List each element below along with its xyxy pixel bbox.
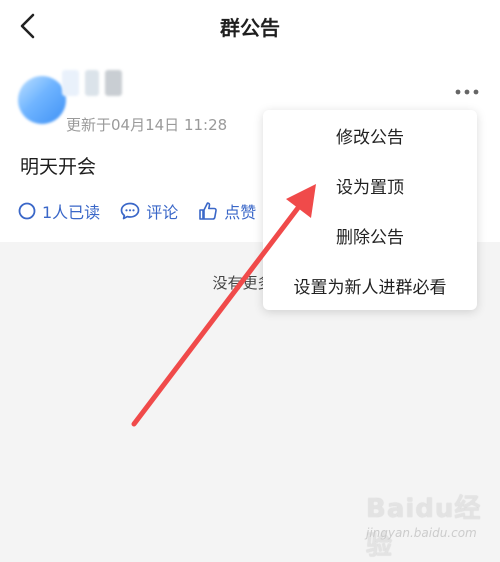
author-name-blurred: [62, 70, 122, 100]
thumbs-up-icon: [199, 202, 218, 220]
watermark-brand: Baidu经验: [366, 494, 482, 561]
comment-label: 评论: [146, 203, 179, 222]
top-bar: 群公告: [0, 0, 500, 52]
watermark: Baidu经验 jingyan.baidu.com: [366, 488, 496, 561]
read-count-label: 1人已读: [42, 203, 101, 222]
comment-button[interactable]: 评论: [120, 199, 178, 223]
like-button[interactable]: 点赞: [198, 199, 256, 223]
options-menu: 修改公告 设为置顶 删除公告 设置为新人进群必看: [263, 110, 477, 310]
comment-bubble-icon: [120, 202, 140, 220]
updated-time: 更新于04月14日 11:28: [66, 116, 228, 134]
menu-item-newcomer-must-read[interactable]: 设置为新人进群必看: [263, 260, 477, 310]
page-title: 群公告: [220, 16, 280, 40]
read-count-button[interactable]: 1人已读: [18, 199, 100, 223]
more-options-button[interactable]: [452, 82, 482, 102]
avatar[interactable]: [18, 76, 66, 124]
more-dots-icon: [455, 89, 479, 95]
circle-icon: [18, 202, 36, 220]
announcement-actions: 1人已读 评论 点赞: [18, 198, 276, 224]
menu-item-delete[interactable]: 删除公告: [263, 210, 477, 260]
like-label: 点赞: [224, 203, 257, 222]
announcement-content: 明天开会: [20, 156, 97, 178]
menu-item-edit[interactable]: 修改公告: [263, 110, 477, 160]
menu-item-pin[interactable]: 设为置顶: [263, 160, 477, 210]
watermark-url: jingyan.baidu.com: [366, 526, 477, 540]
